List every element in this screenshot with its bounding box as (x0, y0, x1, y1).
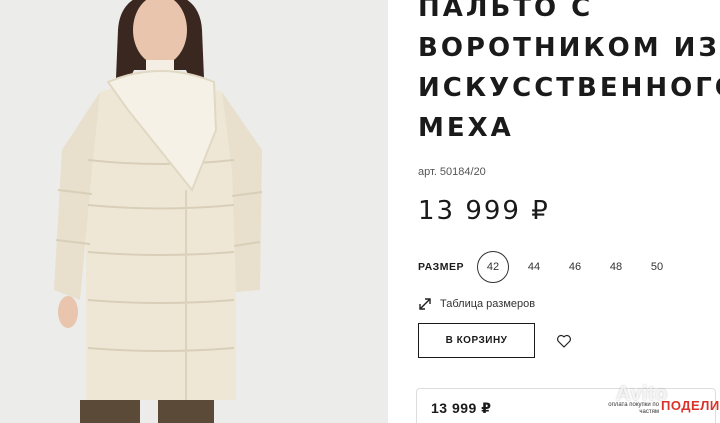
model-in-coat-image (0, 0, 388, 423)
product-title-line: МЕХА (418, 113, 514, 143)
product-info: ПАЛЬТО С ВОРОТНИКОМ ИЗ ИСКУССТВЕННОГО МЕ… (388, 0, 720, 423)
sticky-price: 13 999 ₽ (431, 400, 492, 416)
heart-icon[interactable] (555, 332, 573, 350)
product-sku: арт. 50184/20 (418, 166, 486, 178)
size-selector: РАЗМЕР 42 44 46 48 50 (418, 251, 718, 283)
size-option-44[interactable]: 44 (518, 251, 550, 283)
avito-watermark: Avito (616, 383, 668, 405)
size-label: РАЗМЕР (418, 261, 464, 273)
product-photo[interactable] (0, 0, 388, 423)
size-option-48[interactable]: 48 (600, 251, 632, 283)
resize-arrows-icon (418, 297, 432, 311)
product-price: 13 999 ₽ (418, 196, 550, 226)
add-to-cart-button[interactable]: В КОРЗИНУ (418, 323, 535, 358)
sticky-price-bar: 13 999 ₽ оплата покупки по частям ПОДЕЛИ (416, 388, 719, 423)
podeli-logo[interactable]: ПОДЕЛИ (661, 398, 720, 413)
size-option-50[interactable]: 50 (641, 251, 673, 283)
product-title-line: ПАЛЬТО С (418, 0, 594, 23)
size-table-link[interactable]: Таблица размеров (418, 297, 535, 311)
size-option-42[interactable]: 42 (477, 251, 509, 283)
product-title-line: ВОРОТНИКОМ ИЗ (418, 33, 720, 63)
size-table-label: Таблица размеров (440, 298, 536, 310)
size-option-46[interactable]: 46 (559, 251, 591, 283)
product-title: ПАЛЬТО С ВОРОТНИКОМ ИЗ ИСКУССТВЕННОГО МЕ… (418, 0, 720, 148)
product-title-line: ИСКУССТВЕННОГО (418, 73, 720, 103)
